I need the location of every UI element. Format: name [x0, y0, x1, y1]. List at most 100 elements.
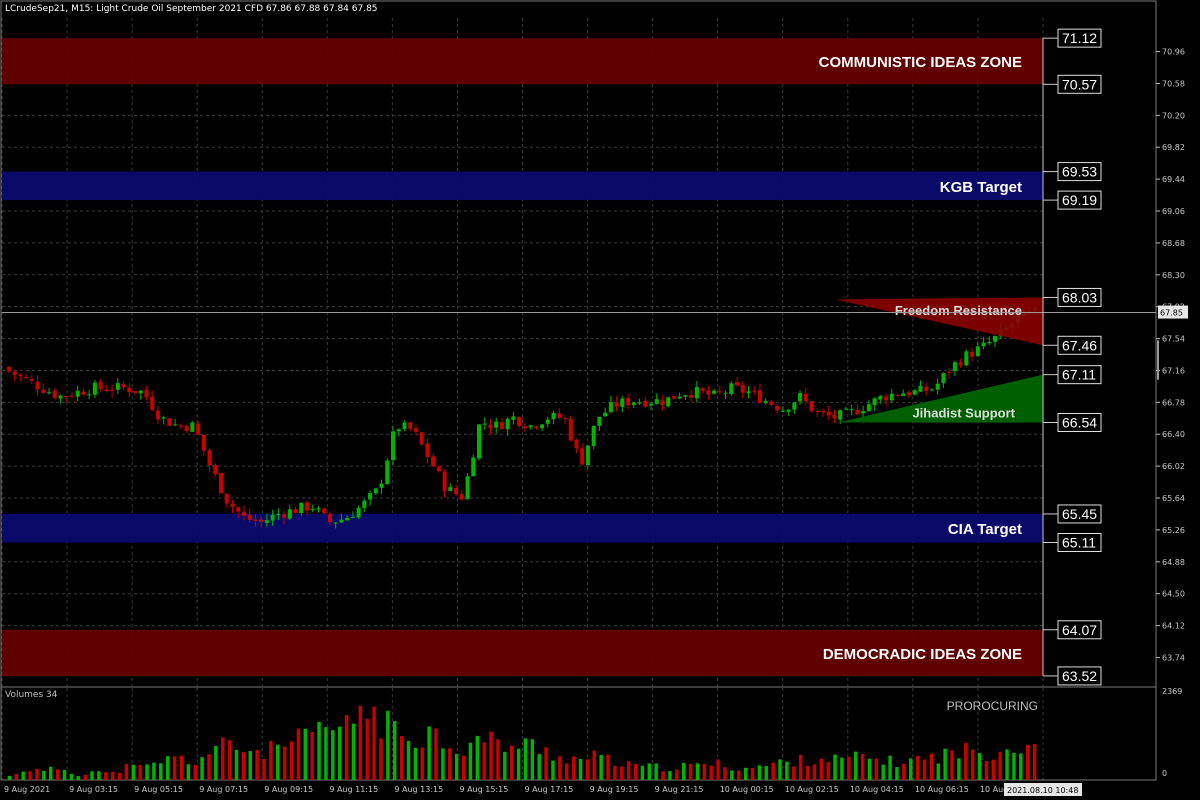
- volume-bar: [778, 759, 782, 780]
- volume-title: Volumes 34: [5, 690, 58, 700]
- volume-bar: [737, 770, 741, 780]
- volume-bar: [159, 763, 163, 780]
- volume-bar: [420, 747, 424, 780]
- candle-body: [127, 387, 132, 393]
- candle-body: [792, 402, 797, 410]
- candle-body: [757, 390, 762, 404]
- volume-bar: [874, 758, 879, 780]
- candle-body: [241, 511, 246, 516]
- volume-bar: [83, 774, 87, 780]
- volume-bar: [503, 751, 507, 780]
- candle-body: [689, 395, 694, 398]
- candle-body: [373, 488, 378, 494]
- price-tick-label: 68.68: [1162, 239, 1185, 248]
- candle-body: [299, 502, 304, 514]
- time-tick-label: 9 Aug 19:15: [590, 785, 639, 794]
- volume-bar: [152, 762, 156, 780]
- volume-bar: [482, 742, 486, 780]
- candle-body: [631, 402, 636, 406]
- volume-bar: [496, 739, 500, 780]
- triangles: Freedom Resistance Jihadist Support: [835, 297, 1043, 423]
- level-label: 68.03: [1062, 289, 1097, 305]
- candle-body: [132, 390, 138, 393]
- zone-label: CIA Target: [948, 521, 1022, 538]
- candle-body: [929, 389, 934, 391]
- candle-body: [906, 392, 912, 396]
- candle-body: [740, 384, 745, 393]
- zone-band: [2, 513, 1043, 543]
- candle-body: [494, 421, 499, 428]
- price-tick-label: 66.78: [1162, 398, 1185, 407]
- volume-bar: [867, 758, 872, 780]
- volume-bar: [592, 750, 596, 780]
- candle-body: [362, 500, 367, 508]
- zone-label: DEMOCRADIC IDEAS ZONE: [823, 646, 1022, 663]
- volume-bar: [186, 764, 191, 780]
- candle-body: [196, 423, 201, 435]
- volume-bar: [743, 767, 748, 780]
- volume-bar: [241, 752, 246, 780]
- volume-bar: [28, 771, 32, 780]
- volume-bar: [76, 776, 80, 780]
- candle-body: [390, 431, 396, 461]
- candle-body: [236, 507, 241, 512]
- candle-body: [746, 391, 751, 394]
- candle-body: [562, 418, 568, 420]
- candle-body: [734, 382, 740, 386]
- candle-body: [408, 422, 413, 429]
- zone-label: KGB Target: [940, 179, 1022, 196]
- price-tick-label: 65.64: [1162, 494, 1185, 503]
- candle-body: [345, 517, 350, 521]
- volume-bar: [454, 753, 459, 780]
- volume-bar: [578, 758, 583, 780]
- candle-body: [505, 418, 510, 430]
- volume-bar: [49, 766, 53, 780]
- candle-body: [551, 412, 556, 420]
- candle-body: [155, 410, 160, 420]
- volume-bar: [565, 763, 569, 780]
- candle-body: [396, 429, 401, 432]
- candle-body: [832, 414, 837, 419]
- candle-body: [110, 390, 115, 392]
- candle-body: [884, 396, 889, 401]
- candle-body: [603, 412, 608, 417]
- candle-body: [333, 522, 338, 524]
- candle-body: [855, 409, 860, 415]
- volume-bar: [750, 767, 755, 780]
- candle-body: [115, 383, 120, 390]
- candle-body: [327, 514, 332, 523]
- candle-body: [442, 471, 447, 492]
- volume-bar: [613, 765, 617, 780]
- volume-watermark: PROROCURING: [947, 699, 1038, 713]
- candle-body: [259, 519, 264, 522]
- time-tick-label: 9 Aug 05:15: [134, 785, 183, 794]
- volume-bar: [399, 736, 404, 780]
- volume-bar: [379, 738, 383, 780]
- volume-bar: [207, 754, 211, 780]
- volume-bar: [55, 769, 60, 780]
- volume-bar: [461, 755, 466, 780]
- volume-bar: [757, 765, 762, 780]
- volume-bar: [221, 737, 225, 780]
- volume-bar: [599, 755, 603, 780]
- volume-bar: [172, 756, 177, 780]
- volume-bar: [331, 730, 335, 780]
- candle-body: [213, 464, 218, 475]
- volume-bars: 2369 0 PROROCURING: [7, 687, 1182, 780]
- volume-bar: [14, 773, 19, 780]
- candle-body: [431, 456, 436, 467]
- candle-body: [304, 502, 310, 511]
- candle-body: [287, 509, 292, 519]
- candle-body: [425, 443, 430, 458]
- triangle-label: Jihadist Support: [912, 405, 1015, 420]
- price-tick-label: 66.40: [1162, 430, 1185, 439]
- volume-bar: [131, 764, 135, 780]
- price-tick-label: 67.54: [1162, 335, 1185, 344]
- volume-bar: [537, 754, 541, 780]
- volume-bar: [654, 763, 658, 780]
- volume-bar: [200, 757, 204, 780]
- price-chart: COMMUNISTIC IDEAS ZONE KGB Target CIA Targ…: [0, 0, 1188, 796]
- price-tick-label: 70.58: [1162, 79, 1185, 88]
- volume-bar: [365, 718, 369, 780]
- candle-body: [471, 457, 476, 477]
